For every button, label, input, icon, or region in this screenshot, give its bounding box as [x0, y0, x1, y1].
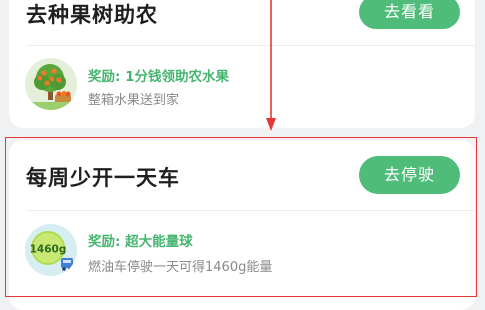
reward-description: 燃油车停驶一天可得1460g能量: [88, 260, 273, 275]
task-title: 每周少开一天车: [26, 166, 180, 190]
reward-title: 奖励: 1分钱领助农水果: [88, 69, 229, 85]
reward-description: 整箱水果送到家: [88, 93, 180, 108]
go-see-button[interactable]: 去看看: [359, 0, 460, 29]
fruit-tree-icon: [25, 58, 77, 110]
reward-title: 奖励: 超大能量球: [88, 234, 193, 250]
energy-ball-icon: 1460g: [25, 224, 77, 276]
divider: [26, 45, 475, 46]
task-card-fruit-tree: 去种果树助农 去看看 奖励: 1分钱领助农水果 整箱水果送到家: [9, 0, 475, 128]
energy-amount-label: 1460g: [30, 244, 67, 256]
task-title: 去种果树助农: [26, 3, 158, 27]
task-card-stop-driving: 每周少开一天车 去停驶 1460g 奖励: 超大能量球 燃油车停驶一天可得146…: [9, 140, 475, 310]
divider: [26, 210, 475, 211]
go-stop-driving-button[interactable]: 去停驶: [359, 156, 460, 194]
